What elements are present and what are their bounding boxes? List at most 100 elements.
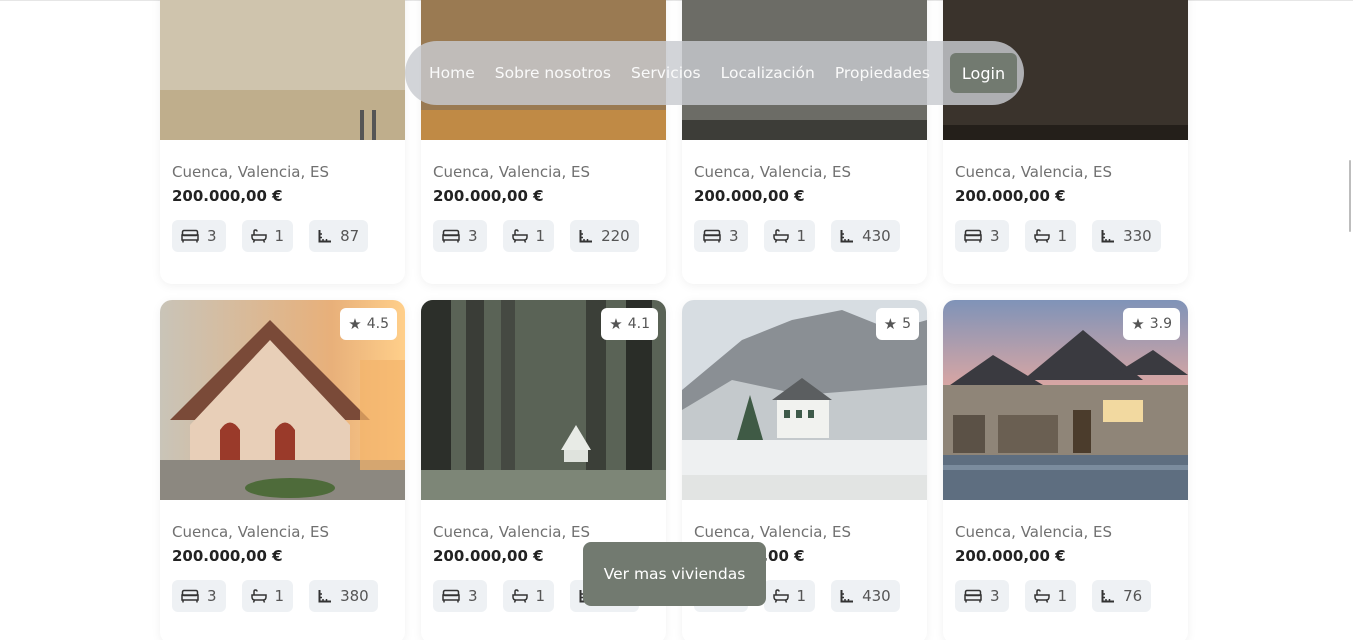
beds-chip: 3	[172, 580, 226, 612]
baths-chip: 1	[502, 580, 555, 612]
property-price: 200.000,00 €	[694, 187, 805, 205]
property-price: 200.000,00 €	[172, 187, 283, 205]
area-value: 380	[340, 587, 369, 605]
area-chip: 330	[1092, 220, 1161, 252]
ruler-corner-icon	[318, 229, 332, 243]
beds-chip: 3	[433, 580, 487, 612]
scrollbar-thumb[interactable]	[1349, 160, 1351, 232]
bathtub-icon	[250, 589, 267, 603]
property-location: Cuenca, Valencia, ES	[694, 163, 852, 181]
page-scrollbar[interactable]	[1347, 0, 1353, 640]
property-location: Cuenca, Valencia, ES	[694, 523, 852, 541]
baths-count: 1	[274, 227, 285, 245]
ruler-corner-icon	[1101, 589, 1115, 603]
area-chip: 380	[309, 580, 378, 612]
rating-value: 4.5	[366, 316, 389, 332]
property-location: Cuenca, Valencia, ES	[172, 163, 330, 181]
area-value: 430	[862, 227, 891, 245]
property-location: Cuenca, Valencia, ES	[955, 163, 1113, 181]
baths-count: 1	[274, 587, 285, 605]
baths-count: 1	[796, 227, 807, 245]
bathtub-icon	[1033, 589, 1050, 603]
baths-count: 1	[1057, 587, 1068, 605]
beds-chip: 3	[955, 220, 1009, 252]
bed-icon	[964, 229, 982, 243]
ruler-corner-icon	[1101, 229, 1115, 243]
baths-chip: 1	[763, 220, 816, 252]
login-button[interactable]: Login	[949, 53, 1018, 93]
beds-chip: 3	[694, 220, 748, 252]
bathtub-icon	[1033, 229, 1050, 243]
property-location: Cuenca, Valencia, ES	[955, 523, 1113, 541]
baths-chip: 1	[1024, 220, 1077, 252]
bathtub-icon	[511, 589, 528, 603]
area-chip: 76	[1092, 580, 1152, 612]
beds-count: 3	[468, 587, 478, 605]
star-icon: ★	[609, 314, 623, 333]
baths-count: 1	[535, 227, 546, 245]
bed-icon	[442, 589, 460, 603]
property-photo: ★ 3.9	[943, 300, 1188, 500]
property-price: 200.000,00 €	[955, 187, 1066, 205]
rating-badge: ★ 4.1	[601, 308, 658, 340]
bathtub-icon	[511, 229, 528, 243]
bed-icon	[181, 589, 199, 603]
property-card[interactable]: ★ 4.5 Cuenca, Valencia, ES 200.000,00 € 3…	[160, 300, 405, 640]
baths-chip: 1	[241, 220, 294, 252]
bed-icon	[442, 229, 460, 243]
area-value: 330	[1123, 227, 1152, 245]
nav-link-about[interactable]: Sobre nosotros	[495, 64, 611, 82]
baths-count: 1	[796, 587, 807, 605]
baths-chip: 1	[241, 580, 294, 612]
property-photo: ★ 4.1	[421, 300, 666, 500]
nav-link-home[interactable]: Home	[429, 64, 475, 82]
nav-link-location[interactable]: Localización	[721, 64, 815, 82]
property-price: 200.000,00 €	[955, 547, 1066, 565]
baths-chip: 1	[763, 580, 816, 612]
more-properties-button[interactable]: Ver mas viviendas	[583, 542, 766, 606]
area-chip: 430	[831, 580, 900, 612]
ruler-corner-icon	[579, 229, 593, 243]
beds-count: 3	[729, 227, 739, 245]
beds-count: 3	[207, 587, 217, 605]
property-photo: ★ 4.5	[160, 300, 405, 500]
rating-value: 5	[902, 316, 911, 332]
bathtub-icon	[772, 229, 789, 243]
area-chip: 87	[309, 220, 369, 252]
beds-chip: 3	[172, 220, 226, 252]
property-location: Cuenca, Valencia, ES	[433, 523, 591, 541]
nav-link-services[interactable]: Servicios	[631, 64, 701, 82]
floating-navbar: Home Sobre nosotros Servicios Localizaci…	[405, 41, 1024, 105]
baths-count: 1	[1057, 227, 1068, 245]
bed-icon	[181, 229, 199, 243]
area-chip: 430	[831, 220, 900, 252]
property-card[interactable]: Cuenca, Valencia, ES 200.000,00 € 3 1 87	[160, 0, 405, 284]
ruler-corner-icon	[318, 589, 332, 603]
rating-value: 3.9	[1149, 316, 1172, 332]
bed-icon	[703, 229, 721, 243]
rating-badge: ★ 3.9	[1123, 308, 1180, 340]
bed-icon	[964, 589, 982, 603]
nav-link-properties[interactable]: Propiedades	[835, 64, 930, 82]
area-value: 87	[340, 227, 360, 245]
property-price: 200.000,00 €	[172, 547, 283, 565]
baths-chip: 1	[502, 220, 555, 252]
rating-badge: ★ 4.5	[340, 308, 397, 340]
beds-chip: 3	[433, 220, 487, 252]
beds-chip: 3	[955, 580, 1009, 612]
star-icon: ★	[348, 314, 362, 333]
baths-chip: 1	[1024, 580, 1077, 612]
property-location: Cuenca, Valencia, ES	[433, 163, 591, 181]
area-value: 76	[1123, 587, 1143, 605]
area-value: 220	[601, 227, 630, 245]
bathtub-icon	[772, 589, 789, 603]
star-icon: ★	[1131, 314, 1145, 333]
bathtub-icon	[250, 229, 267, 243]
property-card[interactable]: ★ 3.9 Cuenca, Valencia, ES 200.000,00 € 3…	[943, 300, 1188, 640]
ruler-corner-icon	[840, 229, 854, 243]
area-value: 430	[862, 587, 891, 605]
ruler-corner-icon	[840, 589, 854, 603]
baths-count: 1	[535, 587, 546, 605]
property-photo	[160, 0, 405, 140]
rating-badge: ★ 5	[875, 308, 919, 340]
